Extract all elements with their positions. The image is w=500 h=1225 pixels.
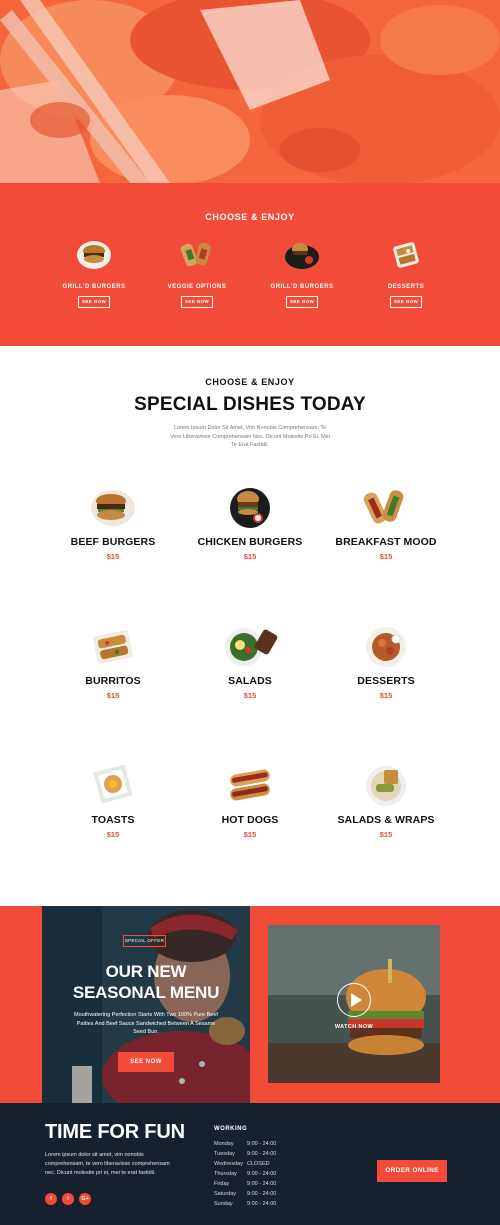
dessert-plate-image [393,242,419,268]
category-card: GRILL'D BURGERS SEE NOW [247,238,357,308]
dish-name: BURRITOS [85,675,141,687]
dish-price: $15 [106,830,120,839]
category-card: GRILL'D BURGERS SEE NOW [39,238,149,308]
see-now-button[interactable]: SEE NOW [390,296,422,308]
video-panel[interactable]: WATCH NOW [268,925,440,1083]
dish-price: $15 [106,691,120,700]
category-label: VEGGIE OPTIONS [167,284,227,290]
category-label: DESSERTS [387,284,425,290]
special-description: Lorem Ipsum Dolor Sit Amet, Vim Nonobis … [170,425,330,449]
promo-headline: OUR NEW SEASONAL MENU [42,961,250,1003]
dish-card[interactable]: DESSERTS $15 [316,625,456,700]
category-label: GRILL'D BURGERS [270,284,334,290]
hero-image [0,0,500,183]
hours-row: Monday 9:00 - 24:00 [214,1141,304,1147]
promo-copy: Mouthwatering Perfection Starts With Two… [74,1012,218,1036]
hours-day: Sunday [214,1201,233,1207]
dish-name: CHICKEN BURGERS [197,536,303,548]
dish-price: $15 [243,830,257,839]
dish-name: BEEF BURGERS [70,536,156,548]
hours-time: 9:00 - 24:00 [247,1141,277,1147]
dish-card[interactable]: BEEF BURGERS $15 [43,486,183,561]
salad-image [225,628,278,666]
promo-headline-line: SEASONAL MENU [72,983,220,1002]
seasonal-menu-panel: SPECIAL OFFER OUR NEW SEASONAL MENU Mout… [42,906,250,1103]
hours-time: 9:00 - 24:00 [247,1201,277,1207]
hours-day: Saturday [214,1191,237,1197]
see-now-button[interactable]: SEE NOW [181,296,213,308]
category-card: VEGGIE OPTIONS SEE NOW [142,238,252,308]
footer-text: Lorem ipsum dolor sit amet, vim nonobis … [45,1152,170,1177]
hours-title: WORKING [214,1126,248,1132]
dish-price: $15 [379,552,393,561]
special-title: SPECIAL DISHES TODAY [134,394,366,415]
category-label: GRILL'D BURGERS [62,284,126,290]
dish-price: $15 [379,830,393,839]
hours-row: Sunday 9:00 - 24:00 [214,1201,304,1207]
dish-card[interactable]: CHICKEN BURGERS $15 [180,486,320,561]
promo-headline-line: OUR NEW [105,962,187,981]
hot-dog-image [230,769,270,801]
hours-time: 9:00 - 24:00 [247,1181,277,1187]
footer-title: TIME FOR FUN [45,1121,185,1143]
order-online-button[interactable]: ORDER ONLINE [377,1160,447,1182]
hours-time: 9:00 - 24:00 [247,1151,277,1157]
dish-name: DESSERTS [357,675,415,687]
google-plus-icon[interactable]: G+ [79,1193,91,1205]
see-now-button[interactable]: SEE NOW [286,296,318,308]
hours-row: Wednesday CLOSED [214,1161,304,1167]
category-kicker: CHOOSE & ENJOY [205,212,295,222]
hours-day: Monday [214,1141,234,1147]
hours-row: Friday 9:00 - 24:00 [214,1181,304,1187]
hours-row: Thursday 9:00 - 24:00 [214,1171,304,1177]
dish-price: $15 [243,691,257,700]
play-icon[interactable] [337,983,371,1017]
toast-image [93,764,133,804]
dish-card[interactable]: SALADS $15 [180,625,320,700]
breakfast-image [363,490,404,524]
see-now-button[interactable]: SEE NOW [78,296,110,308]
special-dishes-header: CHOOSE & ENJOY SPECIAL DISHES TODAY Lore… [0,377,500,450]
dish-card[interactable]: HOT DOGS $15 [180,764,320,839]
dish-price: $15 [106,552,120,561]
beef-burger-image [91,490,135,526]
burrito-image [93,630,133,664]
dish-name: HOT DOGS [221,814,279,826]
dish-card[interactable]: BURRITOS $15 [43,625,183,700]
category-card: DESSERTS SEE NOW [351,238,461,308]
hours-time: 9:00 - 24:00 [247,1191,277,1197]
dish-card[interactable]: BREAKFAST MOOD $15 [316,486,456,561]
burger-plate-image [77,241,111,269]
hours-row: Saturday 9:00 - 24:00 [214,1191,304,1197]
category-section: CHOOSE & ENJOY GRILL'D BURGERS SEE NOW V… [0,183,500,346]
burger-plate-image [285,243,319,269]
hours-day: Tuesday [214,1151,235,1157]
watch-now-label: WATCH NOW [334,1024,374,1030]
dessert-image [366,627,406,667]
veggie-plate-image [180,242,211,267]
wrap-image [366,766,406,806]
special-offer-badge: SPECIAL OFFER [123,935,166,947]
footer: TIME FOR FUN Lorem ipsum dolor sit amet,… [0,1103,500,1225]
hours-day: Thursday [214,1171,237,1177]
hours-row: Tuesday 9:00 - 24:00 [214,1151,304,1157]
chicken-burger-image [230,488,270,528]
hours-day: Friday [214,1181,230,1187]
dish-price: $15 [379,691,393,700]
special-kicker: CHOOSE & ENJOY [205,377,295,387]
facebook-icon[interactable]: f [45,1193,57,1205]
promo-section: SPECIAL OFFER OUR NEW SEASONAL MENU Mout… [0,906,500,1103]
dish-card[interactable]: TOASTS $15 [43,764,183,839]
dish-name: SALADS [228,675,272,687]
promo-see-now-button[interactable]: SEE NOW [118,1052,174,1072]
dish-name: TOASTS [91,814,135,826]
dish-name: BREAKFAST MOOD [335,536,437,548]
twitter-icon[interactable]: t [62,1193,74,1205]
dish-card[interactable]: SALADS & WRAPS $15 [316,764,456,839]
hours-day: Wednesday [214,1161,243,1167]
hours-time: 9:00 - 24:00 [247,1171,277,1177]
dish-price: $15 [243,552,257,561]
hours-time: CLOSED [247,1161,270,1167]
dish-name: SALADS & WRAPS [337,814,435,826]
